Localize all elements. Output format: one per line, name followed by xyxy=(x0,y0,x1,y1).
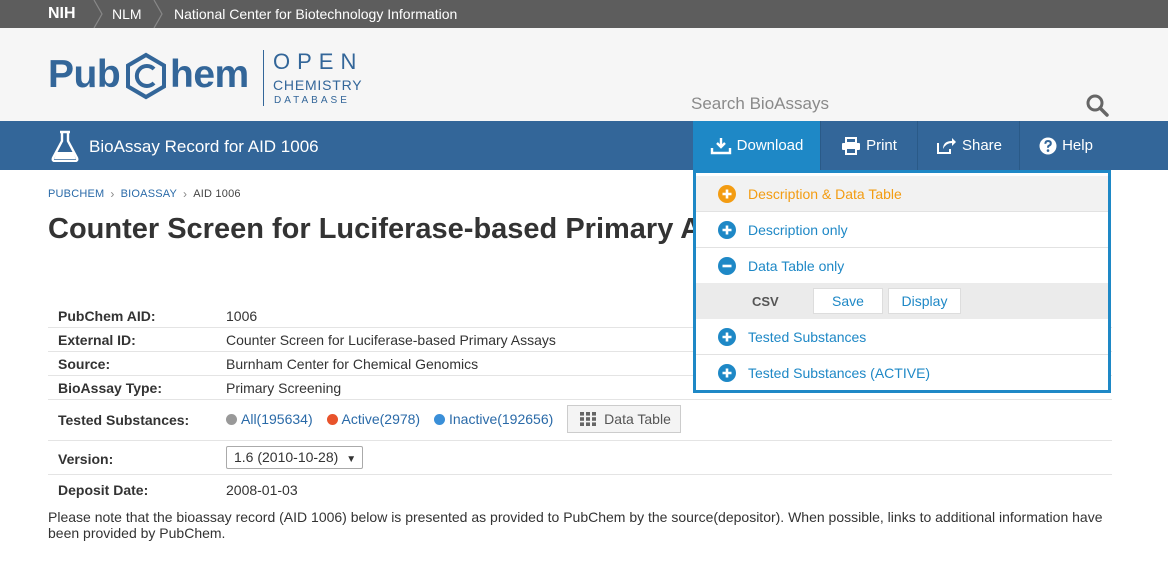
deposit-date-value: 2008-01-03 xyxy=(226,482,298,498)
minus-circle-icon xyxy=(718,257,736,275)
nlm-link[interactable]: NLM xyxy=(112,0,142,28)
table-row: Version: 1.6 (2010-10-28) ▼ xyxy=(48,441,1112,475)
source-link[interactable]: Burnham Center for Chemical Genomics xyxy=(226,356,478,372)
bioassay-type-label: BioAssay Type: xyxy=(58,380,162,396)
save-label: Save xyxy=(832,293,864,309)
menu-item-label: Tested Substances xyxy=(748,329,867,345)
ncbi-link[interactable]: National Center for Biotechnology Inform… xyxy=(174,0,457,28)
dropdown-arrow-icon: ▼ xyxy=(346,454,357,465)
record-toolbar: BioAssay Record for AID 1006 Download Pr… xyxy=(0,121,1168,170)
all-filter[interactable]: All(195634) xyxy=(226,411,313,427)
active-link[interactable]: Active(2978) xyxy=(342,411,421,427)
data-table-format-row: CSV Save Display xyxy=(696,283,1108,319)
logo-database: DATABASE xyxy=(274,95,350,106)
share-icon xyxy=(936,137,956,154)
plus-circle-icon xyxy=(718,221,736,239)
version-select[interactable]: 1.6 (2010-10-28) ▼ xyxy=(226,446,364,469)
breadcrumb: PUBCHEM › BIOASSAY › AID 1006 xyxy=(48,187,241,201)
inactive-filter[interactable]: Inactive(192656) xyxy=(433,411,553,427)
red-dot-icon xyxy=(326,414,338,425)
deposit-date-label: Deposit Date: xyxy=(58,482,149,498)
menu-item-description-and-data-table[interactable]: Description & Data Table xyxy=(696,176,1108,212)
breadcrumb-current: AID 1006 xyxy=(193,188,241,200)
logo-text-hem: hem xyxy=(170,53,249,96)
chevron-right-icon: › xyxy=(183,187,188,201)
page-title: Counter Screen for Luciferase-based Prim… xyxy=(48,213,693,245)
menu-item-label: Description only xyxy=(748,222,848,238)
blue-dot-icon xyxy=(433,414,445,425)
chevron-right-icon: › xyxy=(110,187,115,201)
print-button[interactable]: Print xyxy=(821,121,917,170)
nih-topbar: NIH NLM National Center for Biotechnolog… xyxy=(0,0,1168,28)
data-table-button[interactable]: Data Table xyxy=(567,405,681,433)
print-icon xyxy=(842,136,861,155)
search-icon[interactable] xyxy=(1085,93,1109,117)
csv-format-label: CSV xyxy=(752,294,779,309)
plus-circle-icon xyxy=(718,185,736,203)
active-filter[interactable]: Active(2978) xyxy=(326,411,421,427)
hexagon-c-icon xyxy=(126,52,166,100)
bioassay-type-value: Primary Screening xyxy=(226,380,342,396)
logo-text-pub: Pub xyxy=(48,53,121,96)
menu-item-tested-substances[interactable]: Tested Substances xyxy=(696,319,1108,355)
breadcrumb-pubchem[interactable]: PUBCHEM xyxy=(48,188,104,200)
display-label: Display xyxy=(901,293,948,309)
tested-substances-value: All(195634) Active(2978) Inactive(192656… xyxy=(226,405,681,433)
menu-item-label: Data Table only xyxy=(748,258,845,274)
print-label: Print xyxy=(866,137,897,154)
display-csv-button[interactable]: Display xyxy=(888,288,961,314)
help-label: Help xyxy=(1062,137,1093,154)
search-bar xyxy=(689,88,1113,123)
chevron-separator-icon xyxy=(153,0,163,28)
external-id-value: Counter Screen for Luciferase-based Prim… xyxy=(226,332,556,348)
grid-icon xyxy=(580,412,597,426)
nih-link[interactable]: NIH xyxy=(48,0,76,28)
logo-open: OPEN xyxy=(273,49,364,74)
download-menu: Description & Data Table Description onl… xyxy=(693,170,1111,393)
share-label: Share xyxy=(961,137,1003,154)
tested-substances-label: Tested Substances: xyxy=(58,412,190,428)
search-input[interactable] xyxy=(691,90,1071,118)
inactive-link[interactable]: Inactive(192656) xyxy=(449,411,553,427)
flask-icon xyxy=(51,130,79,162)
all-link[interactable]: All(195634) xyxy=(241,411,313,427)
download-button[interactable]: Download xyxy=(693,121,820,170)
logo-divider xyxy=(263,50,264,106)
source-label: Source: xyxy=(58,356,111,372)
download-icon xyxy=(710,137,731,154)
site-header: Pub hem OPEN CHEMISTRY DATABASE xyxy=(0,28,1168,123)
help-button[interactable]: Help xyxy=(1020,121,1112,170)
provenance-note: Please note that the bioassay record (AI… xyxy=(48,509,1103,541)
version-label: Version: xyxy=(58,451,114,467)
plus-circle-icon xyxy=(718,328,736,346)
help-icon xyxy=(1039,137,1057,154)
save-csv-button[interactable]: Save xyxy=(813,288,883,314)
record-title: BioAssay Record for AID 1006 xyxy=(89,137,319,156)
table-row: Tested Substances: All(195634) Active(29… xyxy=(48,400,1112,441)
version-selected-value: 1.6 (2010-10-28) xyxy=(234,449,339,465)
external-id-label: External ID: xyxy=(58,332,136,348)
aid-label: PubChem AID: xyxy=(58,308,156,324)
plus-circle-icon xyxy=(718,364,736,382)
gray-dot-icon xyxy=(226,414,237,425)
aid-value: 1006 xyxy=(226,308,258,324)
menu-item-label: Tested Substances (ACTIVE) xyxy=(748,365,931,381)
logo-chemistry: CHEMISTRY xyxy=(273,77,363,93)
table-row: Deposit Date: 2008-01-03 xyxy=(48,475,1112,498)
menu-item-tested-substances-active[interactable]: Tested Substances (ACTIVE) xyxy=(696,355,1108,390)
chevron-separator-icon xyxy=(93,0,103,28)
share-button[interactable]: Share xyxy=(918,121,1019,170)
breadcrumb-bioassay[interactable]: BIOASSAY xyxy=(121,188,177,200)
download-label: Download xyxy=(736,137,804,154)
menu-item-description-only[interactable]: Description only xyxy=(696,212,1108,248)
menu-item-label: Description & Data Table xyxy=(748,186,902,202)
menu-item-data-table-only[interactable]: Data Table only xyxy=(696,248,1108,283)
data-table-label: Data Table xyxy=(604,411,671,427)
